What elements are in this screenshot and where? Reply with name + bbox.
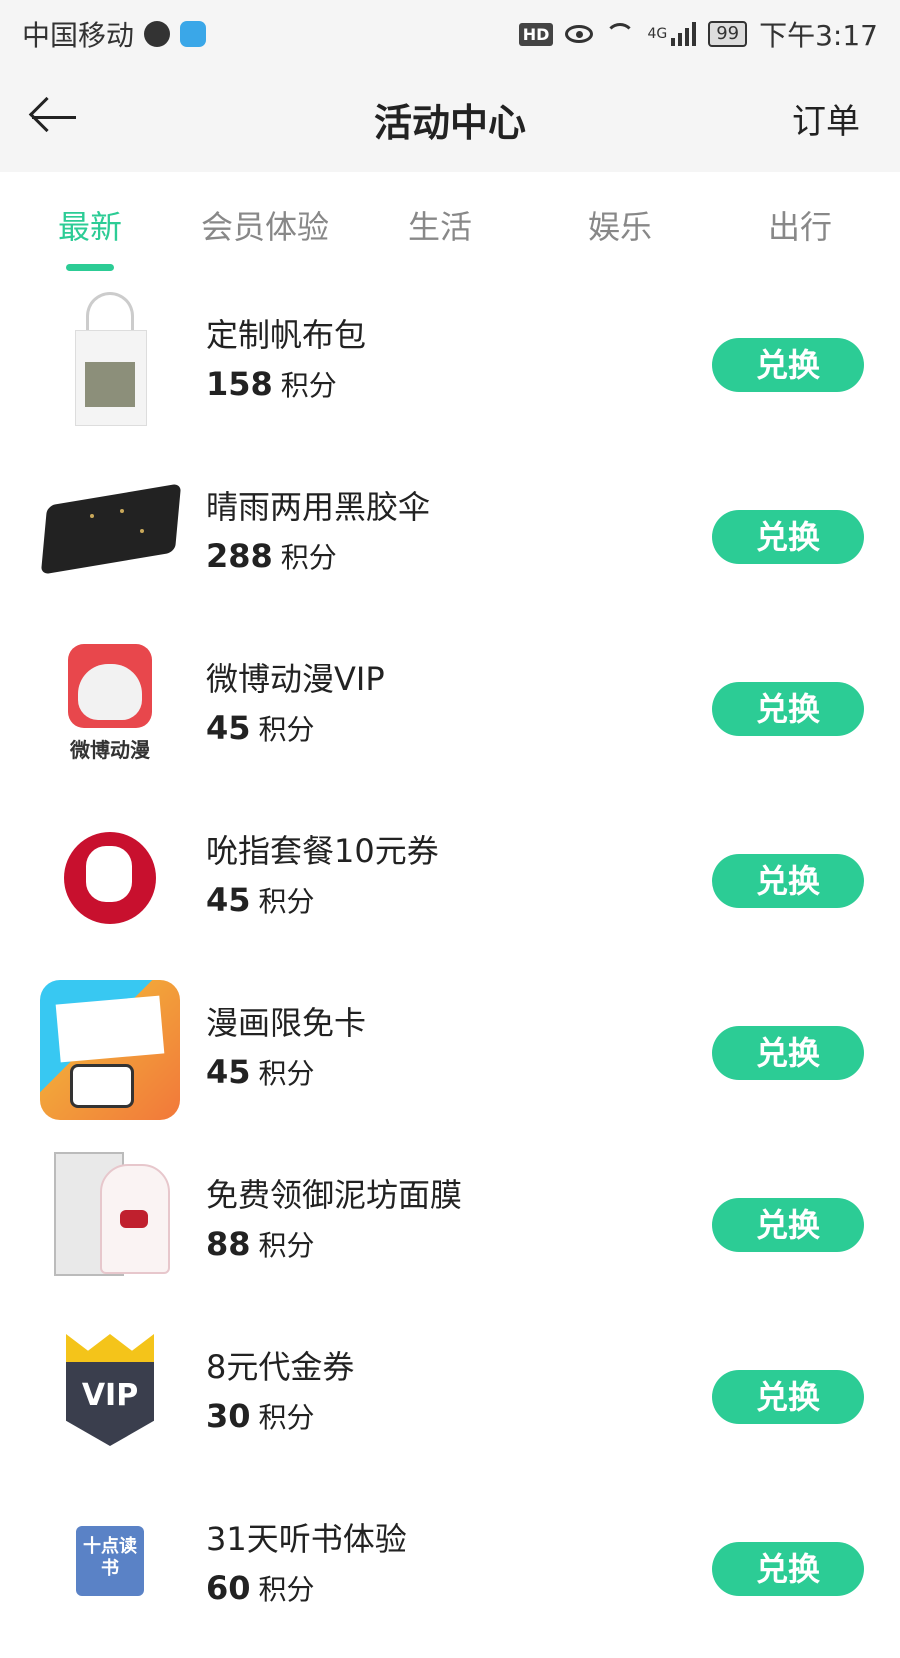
- hd-icon: HD: [518, 22, 554, 46]
- battery-icon: 99: [708, 21, 748, 47]
- icon-caption: 微博动漫: [70, 738, 150, 762]
- carrier-label: 中国移动: [22, 19, 135, 52]
- item-points: 45 积分: [206, 1052, 315, 1092]
- face-mask-icon: [40, 1152, 180, 1292]
- points-unit: 积分: [280, 541, 337, 574]
- points-unit: 积分: [258, 1057, 315, 1090]
- tab-travel[interactable]: 出行: [710, 202, 890, 248]
- points-value: 288: [206, 537, 273, 575]
- network-type-label: 4G: [647, 26, 668, 42]
- redeem-button[interactable]: 兑换: [712, 682, 864, 736]
- kfc-icon: [40, 808, 180, 948]
- tab-latest[interactable]: 最新: [0, 202, 180, 248]
- redeem-button[interactable]: 兑换: [712, 1026, 864, 1080]
- audiobook-icon: 十点读书: [40, 1496, 180, 1636]
- points-value: 88: [206, 1225, 251, 1263]
- redeem-button[interactable]: 兑换: [712, 1198, 864, 1252]
- icon-caption: 十点读书: [83, 1536, 137, 1579]
- points-unit: 积分: [258, 1229, 315, 1262]
- signal-icon: [671, 22, 697, 46]
- redeem-button[interactable]: 兑换: [712, 338, 864, 392]
- points-unit: 积分: [258, 1573, 315, 1606]
- weibo-comics-icon: 微博动漫: [40, 636, 180, 776]
- list-item[interactable]: 微博动漫 微博动漫VIP 45 积分 兑换: [0, 626, 900, 798]
- points-value: 45: [206, 709, 251, 747]
- orders-button[interactable]: 订单: [792, 94, 860, 143]
- item-title: 31天听书体验: [206, 1520, 407, 1558]
- item-points: 45 积分: [206, 708, 315, 748]
- item-points: 60 积分: [206, 1568, 315, 1608]
- battery-level: 99: [716, 23, 740, 44]
- list-item[interactable]: 漫画限免卡 45 积分 兑换: [0, 970, 900, 1142]
- globe-icon: [144, 21, 171, 47]
- points-unit: 积分: [258, 885, 315, 918]
- redeem-button[interactable]: 兑换: [712, 1542, 864, 1596]
- item-title: 漫画限免卡: [206, 1004, 367, 1042]
- list-item[interactable]: 晴雨两用黑胶伞 288 积分 兑换: [0, 454, 900, 626]
- app-notification-icon: [180, 21, 207, 47]
- tab-member-experience[interactable]: 会员体验: [175, 202, 355, 248]
- item-title: 免费领御泥坊面膜: [206, 1176, 463, 1214]
- list-item[interactable]: 十点读书 31天听书体验 60 积分 兑换: [0, 1486, 900, 1658]
- item-title: 定制帆布包: [206, 316, 367, 354]
- redeem-button[interactable]: 兑换: [712, 1370, 864, 1424]
- list-item[interactable]: 吮指套餐10元券 45 积分 兑换: [0, 798, 900, 970]
- manhua-icon: [40, 980, 180, 1120]
- points-unit: 积分: [280, 369, 337, 402]
- eye-comfort-icon: [565, 25, 594, 43]
- redeem-button[interactable]: 兑换: [712, 510, 864, 564]
- item-points: 88 积分: [206, 1224, 315, 1264]
- list-item[interactable]: VIP 8元代金券 30 积分 兑换: [0, 1314, 900, 1486]
- tab-entertainment[interactable]: 娱乐: [530, 202, 710, 248]
- active-tab-indicator: [66, 264, 114, 271]
- icon-caption: VIP: [81, 1378, 139, 1413]
- points-value: 60: [206, 1569, 251, 1607]
- status-bar: 中国移动 HD 4G 99 下午3:17: [0, 0, 900, 64]
- wifi-icon: [605, 23, 636, 45]
- redeem-button[interactable]: 兑换: [712, 854, 864, 908]
- canvas-bag-icon: [40, 292, 180, 432]
- tab-life[interactable]: 生活: [350, 202, 530, 248]
- page-title: 活动中心: [373, 101, 526, 145]
- clock-label: 下午3:17: [759, 19, 878, 52]
- category-tabs: 最新 会员体验 生活 娱乐 出行: [0, 172, 900, 272]
- points-value: 30: [206, 1397, 251, 1435]
- list-item[interactable]: 免费领御泥坊面膜 88 积分 兑换: [0, 1142, 900, 1314]
- item-points: 30 积分: [206, 1396, 315, 1436]
- points-value: 45: [206, 881, 251, 919]
- item-title: 微博动漫VIP: [206, 660, 385, 698]
- item-points: 45 积分: [206, 880, 315, 920]
- navigation-bar: 活动中心 订单: [0, 64, 900, 172]
- points-value: 158: [206, 365, 273, 403]
- points-unit: 积分: [258, 713, 315, 746]
- umbrella-icon: [40, 464, 182, 604]
- item-points: 288 积分: [206, 536, 337, 576]
- list-item[interactable]: 定制帆布包 158 积分 兑换: [0, 282, 900, 454]
- item-title: 吮指套餐10元券: [206, 832, 439, 870]
- item-points: 158 积分: [206, 364, 337, 404]
- vip-voucher-icon: VIP: [40, 1324, 180, 1464]
- points-value: 45: [206, 1053, 251, 1091]
- points-unit: 积分: [258, 1401, 315, 1434]
- item-title: 8元代金券: [206, 1348, 355, 1386]
- item-title: 晴雨两用黑胶伞: [206, 488, 431, 526]
